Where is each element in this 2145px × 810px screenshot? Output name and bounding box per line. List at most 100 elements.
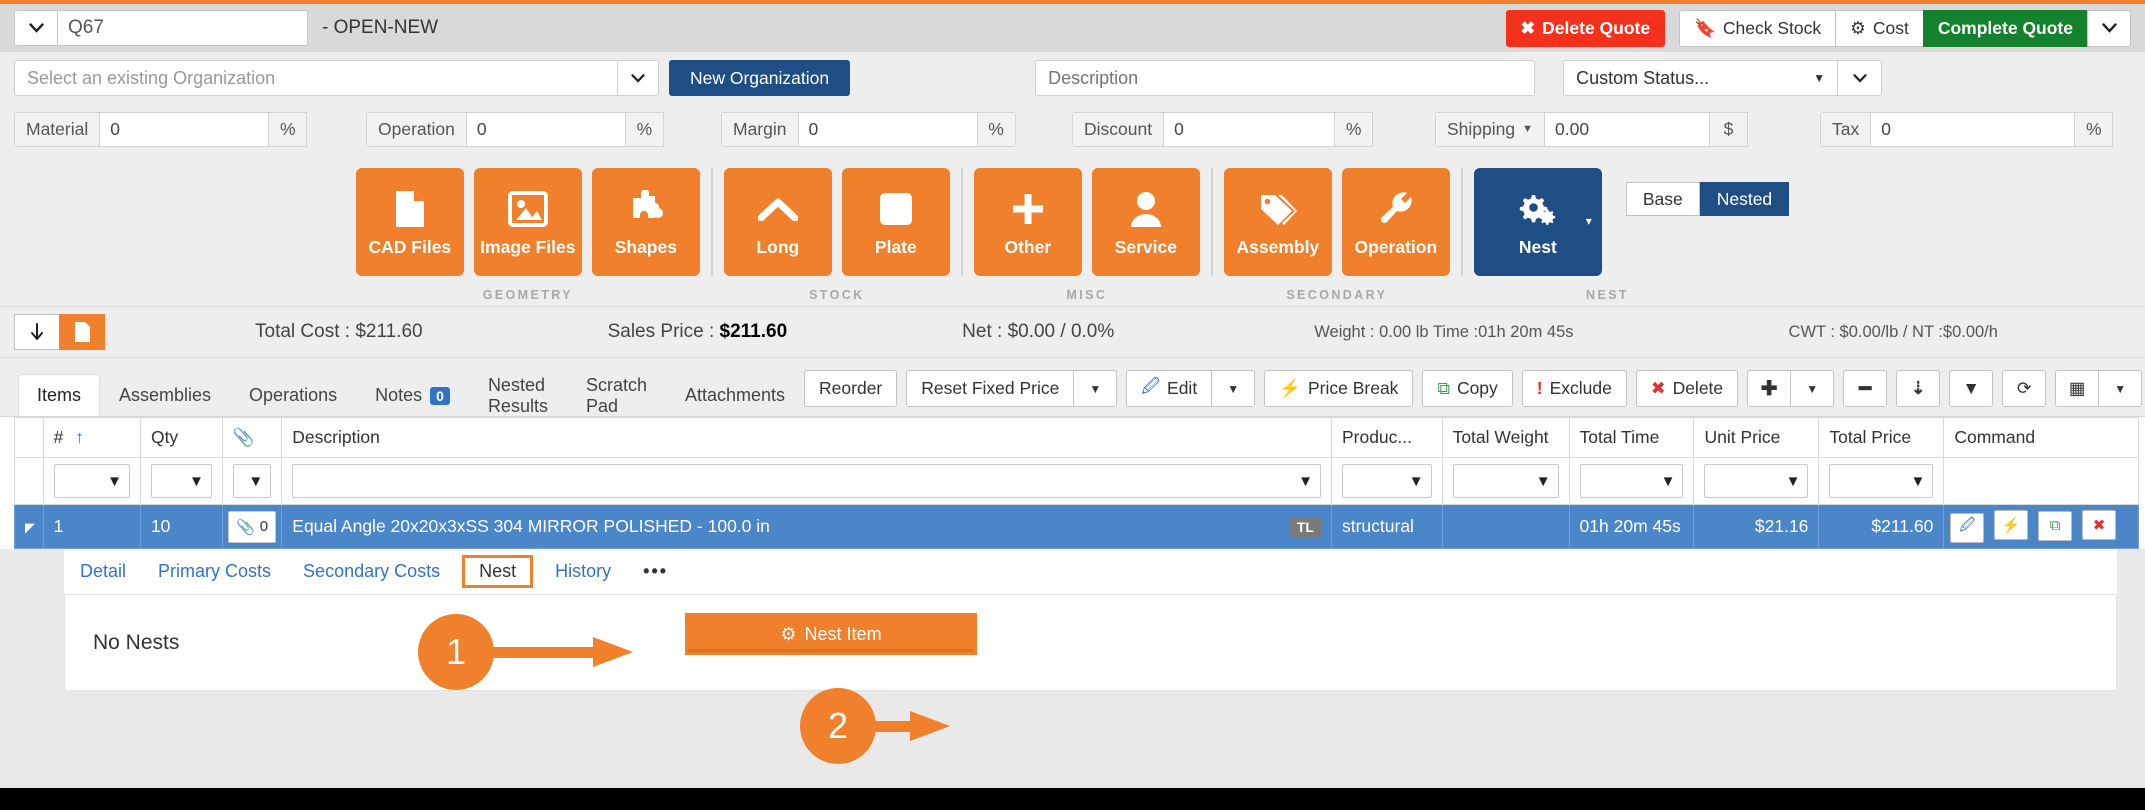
filter-product-cell: ▼ <box>1330 457 1443 505</box>
operation-tile[interactable]: Operation <box>1341 168 1450 276</box>
filter-total-time[interactable]: ▼ <box>1579 464 1684 498</box>
description-input[interactable] <box>1035 60 1536 96</box>
nest-tile-caret[interactable]: ▾ <box>1586 214 1592 228</box>
service-tile[interactable]: Service <box>1091 168 1200 276</box>
tab-nested-results[interactable]: Nested Results <box>469 374 567 416</box>
check-stock-button[interactable]: 🔖 Check Stock <box>1679 9 1837 47</box>
subtab-nest[interactable]: Nest <box>462 555 534 588</box>
tab-notes[interactable]: Notes 0 <box>356 374 469 416</box>
tab-items[interactable]: Items <box>18 374 101 416</box>
field-shipping-dropdown[interactable]: Shipping ▼ <box>1435 111 1545 147</box>
reset-fixed-price-label: Reset Fixed Price <box>921 378 1060 398</box>
row-attachment-cell[interactable]: 📎 0 <box>221 504 283 549</box>
filter-number[interactable]: ▼ <box>53 464 130 498</box>
row-expand-cell[interactable]: ◤ <box>14 504 44 549</box>
col-total-weight[interactable]: Total Weight <box>1441 417 1570 458</box>
col-unit-price[interactable]: Unit Price <box>1693 417 1820 458</box>
tab-operations[interactable]: Operations <box>230 374 356 416</box>
row-bolt-icon[interactable]: ⚡ <box>1994 510 2029 541</box>
tab-assemblies[interactable]: Assemblies <box>100 374 230 416</box>
filter-qty[interactable]: ▼ <box>150 464 212 498</box>
field-tax-input[interactable] <box>1870 111 2076 147</box>
subtab-detail[interactable]: Detail <box>64 561 142 582</box>
remove-row-button[interactable]: ━ <box>1843 370 1888 407</box>
subtab-more[interactable]: ••• <box>627 561 684 582</box>
add-row-caret[interactable]: ▼ <box>1790 370 1835 407</box>
filter-total-price[interactable]: ▼ <box>1829 464 1934 498</box>
nest-tile[interactable]: ▾ Nest <box>1473 168 1602 276</box>
reorder-button[interactable]: Reorder <box>804 370 898 407</box>
filter-unit-price[interactable]: ▼ <box>1704 464 1809 498</box>
item-detail-panel: Detail Primary Costs Secondary Costs Nes… <box>64 549 2117 691</box>
field-shipping-label: Shipping <box>1447 118 1516 139</box>
field-margin-input[interactable] <box>797 111 978 147</box>
report-button[interactable] <box>59 314 105 350</box>
refresh-button[interactable]: ⟳ <box>2002 370 2047 407</box>
table-row[interactable]: ◤ 1 10 📎 0 Equal Angle 20x20x3xSS 304 MI… <box>14 504 2139 549</box>
quote-dropdown-button[interactable] <box>14 10 58 46</box>
col-qty[interactable]: Qty <box>139 417 223 458</box>
assembly-tile[interactable]: Assembly <box>1223 168 1332 276</box>
shapes-tile[interactable]: Shapes <box>591 168 700 276</box>
callout-2-number: 2 <box>827 705 849 746</box>
cost-button[interactable]: ⚙ Cost <box>1835 9 1924 47</box>
tab-scratch-pad[interactable]: Scratch Pad <box>567 374 666 416</box>
row-edit-icon[interactable]: 🖉 <box>1950 512 1985 543</box>
tab-attachments[interactable]: Attachments <box>666 374 804 416</box>
new-organization-button[interactable]: New Organization <box>669 60 851 96</box>
add-row-button[interactable]: ✚ <box>1747 370 1792 407</box>
long-tile[interactable]: Long <box>723 168 832 276</box>
col-description[interactable]: Description <box>281 417 1332 458</box>
filter-attachment[interactable]: ▼ <box>232 464 272 498</box>
organization-select-caret[interactable] <box>617 60 659 96</box>
columns-button[interactable]: ▦ <box>2055 370 2100 407</box>
subtab-history[interactable]: History <box>539 561 627 582</box>
reset-fixed-price-caret[interactable]: ▼ <box>1073 370 1118 407</box>
filter-total-weight[interactable]: ▼ <box>1452 464 1559 498</box>
plate-tile[interactable]: Plate <box>841 168 950 276</box>
subtab-primary-costs[interactable]: Primary Costs <box>142 561 287 582</box>
filter-toggle-button[interactable]: ▼ <box>1949 370 1994 407</box>
row-attachment-chip[interactable]: 📎 0 <box>227 510 277 543</box>
edit-caret[interactable]: ▼ <box>1211 370 1256 407</box>
row-copy-icon[interactable]: ⧉ <box>2038 510 2073 541</box>
field-discount-input[interactable] <box>1163 111 1336 147</box>
cad-files-tile[interactable]: CAD Files <box>355 168 464 276</box>
field-operation-input[interactable] <box>465 111 626 147</box>
col-total-time[interactable]: Total Time <box>1568 417 1695 458</box>
plus-icon: ✚ <box>1760 378 1778 400</box>
columns-caret[interactable]: ▼ <box>2098 370 2143 407</box>
header-more-button[interactable] <box>2087 9 2131 47</box>
other-tile[interactable]: Other <box>973 168 1082 276</box>
new-organization-label: New Organization <box>690 67 830 88</box>
col-total-price[interactable]: Total Price <box>1818 417 1945 458</box>
exclude-button[interactable]: ! Exclude <box>1521 370 1627 407</box>
filter-description[interactable]: ▼ <box>292 464 1321 498</box>
price-break-button[interactable]: ⚡ Price Break <box>1264 370 1414 407</box>
nested-toggle-button[interactable]: Nested <box>1699 182 1790 216</box>
filter-product[interactable]: ▼ <box>1341 464 1432 498</box>
exclude-label: Exclude <box>1549 378 1612 398</box>
complete-quote-button[interactable]: Complete Quote <box>1922 9 2088 47</box>
custom-status-expand-button[interactable] <box>1838 60 1883 96</box>
row-delete-icon[interactable]: ✖ <box>2081 510 2116 541</box>
delete-quote-button[interactable]: ✖ Delete Quote <box>1505 9 1666 47</box>
organization-select[interactable]: Select an existing Organization <box>14 60 659 96</box>
delete-item-button[interactable]: ✖ Delete <box>1635 370 1739 407</box>
field-shipping-input[interactable] <box>1544 111 1711 147</box>
collapse-button[interactable] <box>14 314 60 350</box>
nest-item-button[interactable]: ⚙ Nest Item <box>685 613 977 655</box>
field-material-input[interactable] <box>99 111 270 147</box>
base-toggle-button[interactable]: Base <box>1625 182 1700 216</box>
col-attachment[interactable]: 📎 <box>221 417 283 458</box>
col-product[interactable]: Produc... <box>1330 417 1443 458</box>
quote-number-input[interactable] <box>58 10 308 46</box>
reset-fixed-price-button[interactable]: Reset Fixed Price <box>906 370 1075 407</box>
custom-status-select[interactable]: Custom Status... ▼ <box>1563 60 1839 96</box>
subtab-secondary-costs[interactable]: Secondary Costs <box>287 561 456 582</box>
image-files-tile[interactable]: Image Files <box>473 168 582 276</box>
col-number[interactable]: # ↑ <box>42 417 141 458</box>
edit-button[interactable]: 🖉 Edit <box>1126 370 1213 407</box>
insert-button[interactable]: ⇣ <box>1896 370 1941 407</box>
copy-button[interactable]: ⧉ Copy <box>1422 370 1513 407</box>
